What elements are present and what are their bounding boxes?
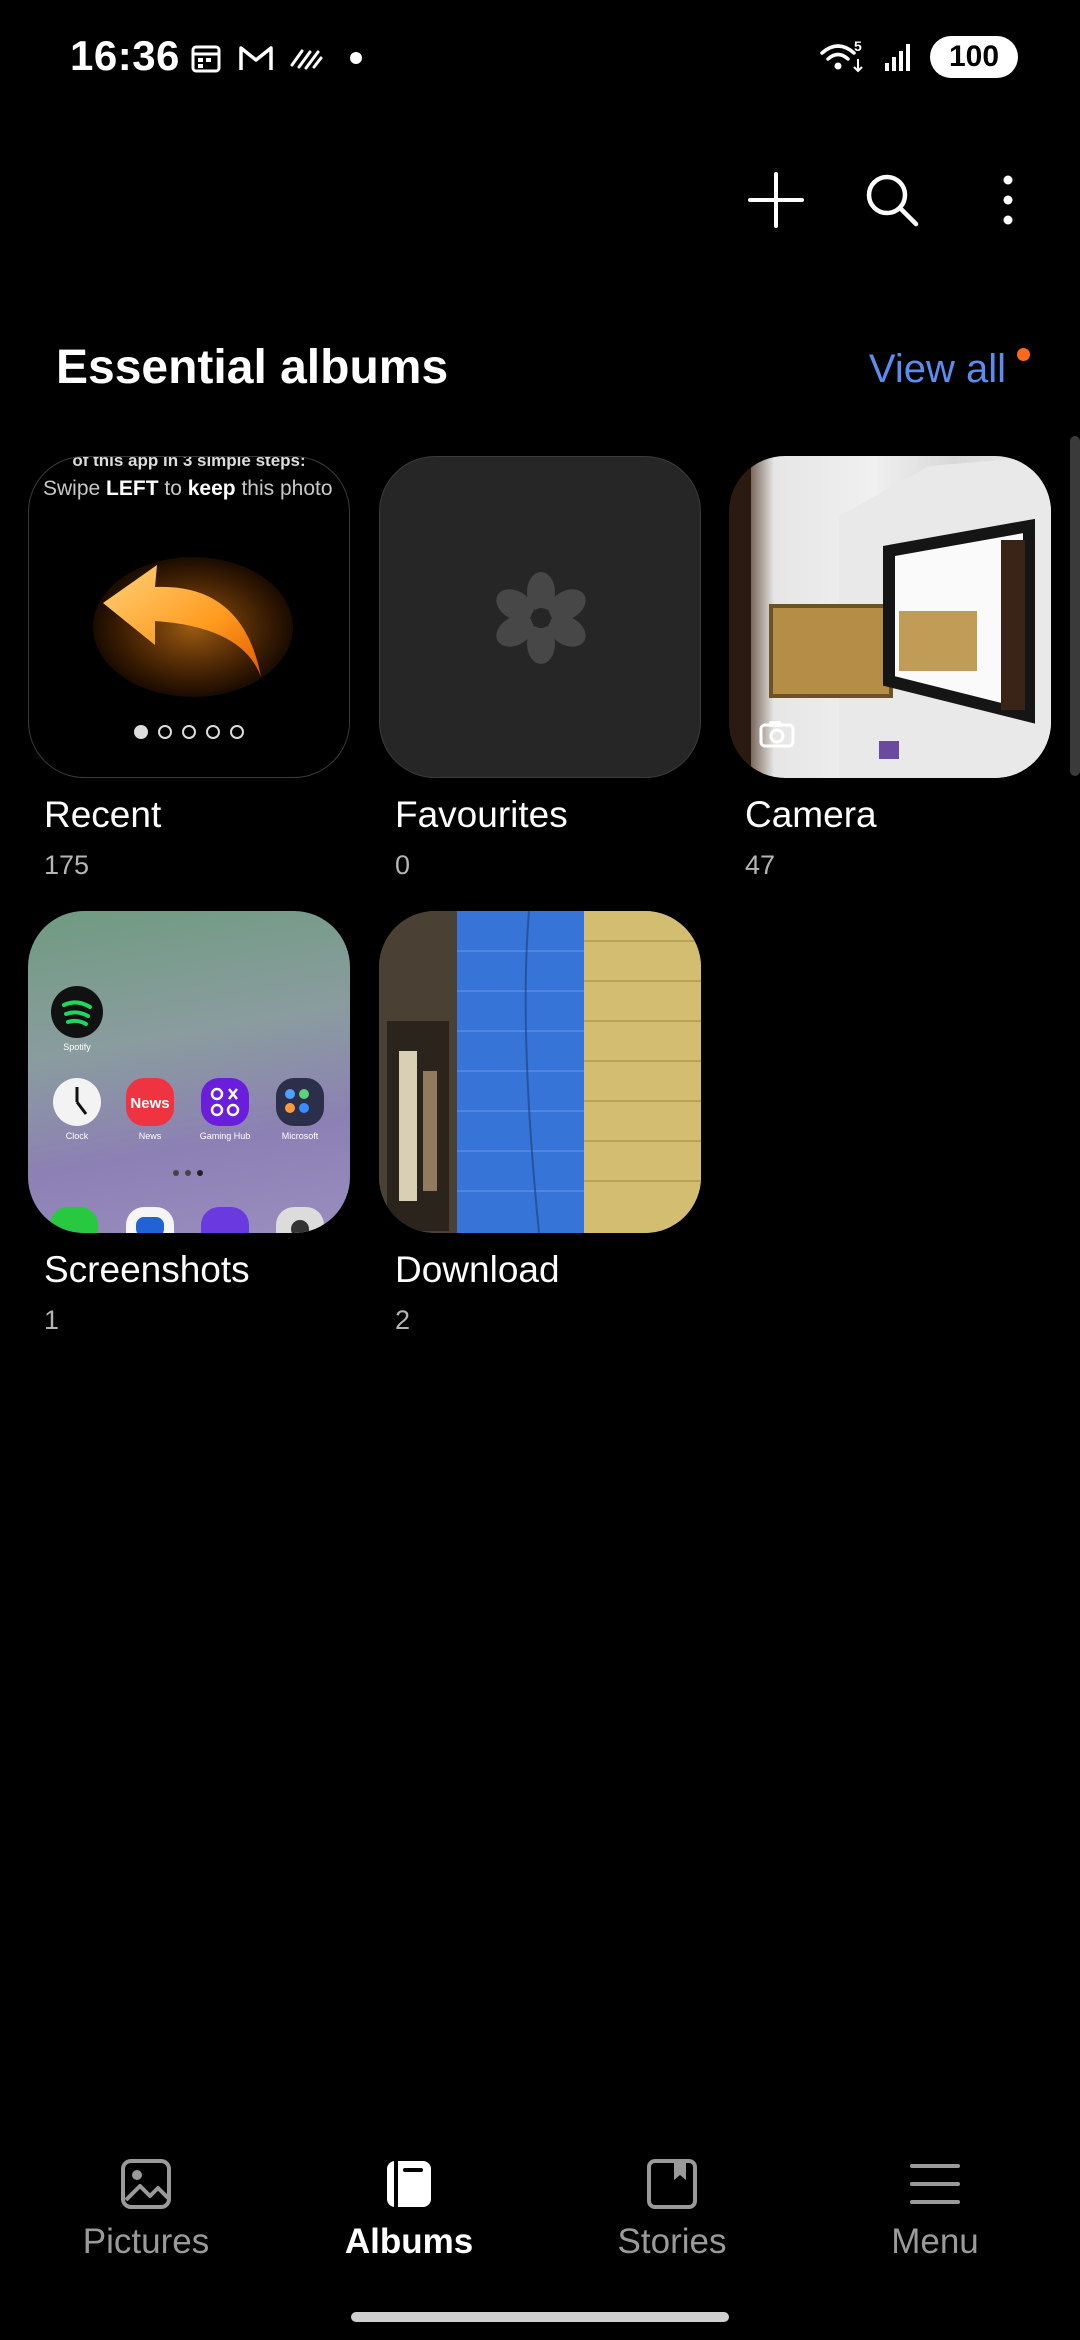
gmail-icon bbox=[238, 40, 274, 76]
album-name: Favourites bbox=[395, 794, 568, 835]
album-thumbnail bbox=[729, 456, 1051, 778]
status-bar: 16:36 5 100 bbox=[0, 0, 1080, 120]
hint-text: this photo bbox=[241, 477, 333, 500]
dot-icon bbox=[338, 40, 374, 76]
hint-text: to bbox=[164, 477, 182, 500]
album-thumbnail: of this app in 3 simple steps: Swipe LEF… bbox=[28, 456, 350, 778]
svg-text:Gaming Hub: Gaming Hub bbox=[200, 1131, 251, 1141]
album-thumbnail bbox=[379, 911, 701, 1233]
thumbnail-caption: of this app in 3 simple steps: bbox=[72, 456, 306, 470]
status-time: 16:36 bbox=[70, 32, 180, 79]
screenshot-image: Spotify Clock News News Gaming Hub Micro… bbox=[50, 986, 324, 1233]
svg-text:News: News bbox=[130, 1095, 169, 1112]
album-count: 2 bbox=[395, 1305, 411, 1335]
nav-pictures[interactable]: Pictures bbox=[46, 2150, 246, 2262]
album-name: Camera bbox=[745, 794, 877, 835]
download-photo-image bbox=[379, 911, 701, 1233]
svg-text:News: News bbox=[139, 1131, 162, 1141]
thumbnail-hint: Swipe LEFT to keep this photo bbox=[43, 477, 339, 501]
more-options-button[interactable] bbox=[976, 168, 1040, 232]
section-title: Essential albums bbox=[56, 341, 449, 394]
album-name: Recent bbox=[44, 794, 162, 835]
album-thumbnail: Spotify Clock News News Gaming Hub Micro… bbox=[28, 911, 350, 1233]
nav-label: Pictures bbox=[82, 2222, 210, 2261]
menu-icon bbox=[910, 2164, 960, 2204]
home-indicator[interactable] bbox=[351, 2312, 729, 2322]
nav-label: Stories bbox=[617, 2222, 727, 2261]
status-notification-icons bbox=[188, 40, 374, 76]
signal-stripe-icon bbox=[288, 40, 324, 76]
svg-text:5: 5 bbox=[854, 39, 862, 54]
album-screenshots[interactable]: Spotify Clock News News Gaming Hub Micro… bbox=[28, 911, 350, 1336]
wifi-icon: 5 bbox=[818, 39, 866, 75]
camera-icon bbox=[759, 721, 795, 748]
status-system-icons: 5 100 bbox=[818, 36, 1018, 78]
flower-icon bbox=[496, 572, 586, 664]
album-favourites[interactable]: Favourites 0 bbox=[379, 456, 701, 881]
nav-label: Albums bbox=[344, 2222, 474, 2261]
search-button[interactable] bbox=[860, 168, 924, 232]
battery-indicator: 100 bbox=[930, 36, 1018, 78]
bottom-navigation: Pictures Albums Stories Menu bbox=[0, 2150, 1080, 2290]
swipe-arrow-icon bbox=[93, 557, 293, 697]
nav-albums[interactable]: Albums bbox=[309, 2150, 509, 2262]
nav-label: Menu bbox=[891, 2222, 979, 2261]
album-recent[interactable]: of this app in 3 simple steps: Swipe LEF… bbox=[28, 456, 350, 881]
svg-text:Clock: Clock bbox=[66, 1131, 89, 1141]
album-count: 0 bbox=[395, 850, 411, 880]
add-icon bbox=[748, 172, 804, 228]
pictures-icon bbox=[121, 2159, 171, 2209]
search-icon bbox=[866, 174, 919, 227]
album-name: Screenshots bbox=[44, 1249, 250, 1290]
stories-icon bbox=[647, 2159, 697, 2209]
scrollbar[interactable] bbox=[1070, 436, 1080, 776]
album-thumbnail bbox=[379, 456, 701, 778]
album-download[interactable]: Download 2 bbox=[379, 911, 701, 1336]
svg-text:Microsoft: Microsoft bbox=[282, 1131, 319, 1141]
hint-text: LEFT bbox=[106, 477, 159, 500]
hint-text: keep bbox=[187, 477, 236, 500]
page-indicator bbox=[29, 725, 349, 739]
add-button[interactable] bbox=[744, 168, 808, 232]
more-icon bbox=[1003, 175, 1013, 225]
cell-signal-icon bbox=[880, 39, 916, 75]
albums-icon bbox=[387, 2161, 431, 2207]
album-count: 47 bbox=[745, 850, 776, 880]
nav-menu[interactable]: Menu bbox=[835, 2150, 1035, 2262]
calendar-icon bbox=[188, 40, 224, 76]
album-name: Download bbox=[395, 1249, 560, 1290]
toolbar-actions bbox=[744, 168, 1040, 232]
svg-text:Spotify: Spotify bbox=[63, 1042, 91, 1052]
hint-text: Swipe bbox=[43, 477, 101, 500]
view-all-link[interactable]: View all bbox=[869, 347, 1006, 392]
album-count: 175 bbox=[44, 850, 90, 880]
album-count: 1 bbox=[44, 1305, 60, 1335]
nav-stories[interactable]: Stories bbox=[572, 2150, 772, 2262]
new-badge-dot bbox=[1017, 348, 1030, 361]
album-camera[interactable]: Camera 47 bbox=[729, 456, 1051, 881]
